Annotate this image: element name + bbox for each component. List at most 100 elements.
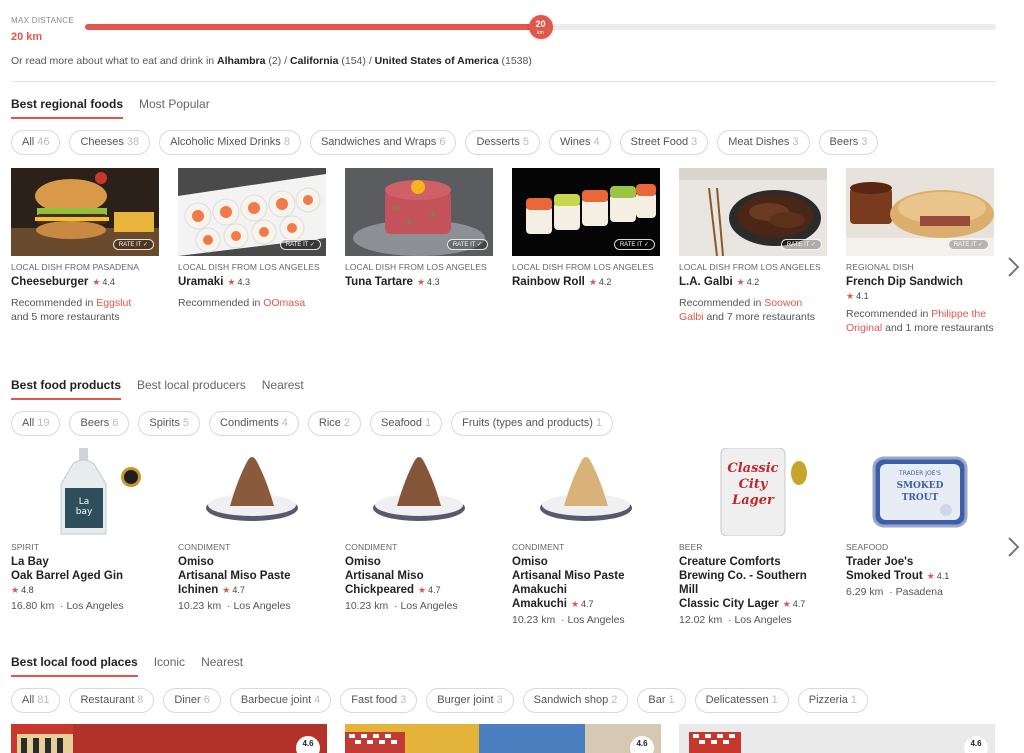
product-name[interactable]: Omiso Artisanal Miso Paste Ichinen ★ 4.7	[178, 555, 326, 597]
product-image[interactable]	[512, 448, 660, 536]
food-name[interactable]: Tuna Tartare ★ 4.3	[345, 275, 493, 289]
rate-it-button[interactable]: RATE IT ✓	[947, 239, 989, 250]
regional-tabs: Best regional foods Most Popular	[11, 97, 210, 119]
product-image[interactable]: La bay	[11, 448, 159, 536]
food-card[interactable]: RATE IT ✓ LOCAL DISH FROM PASADENA Chees…	[11, 168, 178, 335]
link-usa[interactable]: United States of America	[375, 55, 499, 67]
filter-cheeses[interactable]: Cheeses 38	[69, 130, 151, 155]
rate-it-button[interactable]: RATE IT ✓	[780, 239, 822, 250]
food-card[interactable]: RATE IT ✓ REGIONAL DISH French Dip Sandw…	[846, 168, 1013, 335]
link-california[interactable]: California	[290, 55, 338, 67]
filter-bar[interactable]: Bar 1	[637, 688, 686, 713]
product-card[interactable]: La bay SPIRIT La Bay Oak Barrel Aged Gin ★…	[11, 448, 178, 626]
place-image[interactable]	[11, 724, 327, 753]
product-name[interactable]: Creature Comforts Brewing Co. - Southern…	[679, 555, 827, 611]
restaurant-link[interactable]: OOmasa	[263, 297, 305, 309]
product-name[interactable]: Omiso Artisanal Miso Paste Amakuchi Amakuc…	[512, 555, 660, 611]
filter-all[interactable]: All 46	[11, 130, 61, 155]
rate-it-button[interactable]: RATE IT ✓	[279, 239, 321, 250]
chevron-right-icon[interactable]	[1006, 256, 1020, 278]
filter-restaurant[interactable]: Restaurant 8	[69, 688, 155, 713]
product-card[interactable]: CONDIMENT Omiso Artisanal Miso Paste Amak…	[512, 448, 679, 626]
tab-best-regional-foods[interactable]: Best regional foods	[11, 97, 124, 119]
filter-spirits[interactable]: Spirits 5	[138, 411, 201, 436]
food-image[interactable]: RATE IT ✓	[345, 168, 493, 256]
filter-wines[interactable]: Wines 4	[548, 130, 611, 155]
place-card[interactable]: 4.6	[11, 724, 327, 753]
food-card[interactable]: RATE IT ✓ LOCAL DISH FROM LOS ANGELES Tu…	[345, 168, 512, 335]
star-icon: ★	[416, 277, 426, 287]
slider-thumb[interactable]: 20 km	[528, 15, 553, 39]
food-image[interactable]: RATE IT ✓	[512, 168, 660, 256]
regional-filters: All 46 Cheeses 38 Alcoholic Mixed Drinks 8 …	[11, 130, 879, 155]
tab-most-popular[interactable]: Most Popular	[139, 97, 210, 119]
product-name[interactable]: Trader Joe's Smoked Trout ★ 4.1	[846, 555, 994, 583]
filter-diner[interactable]: Diner 6	[163, 688, 221, 713]
place-image[interactable]	[345, 724, 661, 753]
tab-best-local-producers[interactable]: Best local producers	[137, 378, 246, 400]
food-card[interactable]: RATE IT ✓ LOCAL DISH FROM LOS ANGELES Ra…	[512, 168, 679, 335]
food-name[interactable]: Uramaki ★ 4.3	[178, 275, 326, 289]
food-image[interactable]: RATE IT ✓	[178, 168, 326, 256]
product-image[interactable]	[345, 448, 493, 536]
filter-seafood[interactable]: Seafood 1	[370, 411, 443, 436]
filter-barbecue-joint[interactable]: Barbecue joint 4	[229, 688, 332, 713]
product-name[interactable]: La Bay Oak Barrel Aged Gin ★ 4.8	[11, 555, 159, 597]
tab-nearest[interactable]: Nearest	[262, 378, 304, 400]
product-card[interactable]: TRADER JOE'S SMOKED TROUT SEAFOOD Trader…	[846, 448, 1013, 626]
filter-meat-dishes[interactable]: Meat Dishes 3	[717, 130, 810, 155]
food-name[interactable]: Rainbow Roll ★ 4.2	[512, 275, 660, 289]
filter-pizzeria[interactable]: Pizzeria 1	[797, 688, 869, 713]
filter-delicatessen[interactable]: Delicatessen 1	[694, 688, 789, 713]
place-card[interactable]: 4.6	[679, 724, 995, 753]
filter-sandwiches-and-wraps[interactable]: Sandwiches and Wraps 6	[309, 130, 457, 155]
product-card[interactable]: CONDIMENT Omiso Artisanal Miso Paste Ichi…	[178, 448, 345, 626]
count-california: (154)	[341, 55, 366, 67]
rate-it-button[interactable]: RATE IT ✓	[613, 239, 655, 250]
filter-alcoholic-mixed-drinks[interactable]: Alcoholic Mixed Drinks 8	[159, 130, 301, 155]
place-image[interactable]	[679, 724, 995, 753]
filter-rice[interactable]: Rice 2	[307, 411, 362, 436]
rate-it-button[interactable]: RATE IT ✓	[446, 239, 488, 250]
link-alhambra[interactable]: Alhambra	[217, 55, 265, 67]
product-card[interactable]: CONDIMENT Omiso Artisanal Miso Chickpeare…	[345, 448, 512, 626]
filter-all[interactable]: All 19	[11, 411, 61, 436]
tab-best-food-products[interactable]: Best food products	[11, 378, 121, 400]
food-image[interactable]: RATE IT ✓	[679, 168, 827, 256]
tab-nearest[interactable]: Nearest	[201, 655, 243, 677]
count-usa: (1538)	[501, 55, 532, 67]
tab-iconic[interactable]: Iconic	[154, 655, 185, 677]
filter-all[interactable]: All 81	[11, 688, 61, 713]
food-name[interactable]: French Dip Sandwich ★ 4.1	[846, 275, 994, 303]
filter-sandwich-shop[interactable]: Sandwich shop 2	[522, 688, 629, 713]
product-card[interactable]: Classic City Lager BEER Creature Comfort…	[679, 448, 846, 626]
filter-beers[interactable]: Beers 3	[818, 130, 879, 155]
tab-best-local-food-places[interactable]: Best local food places	[11, 655, 138, 677]
filter-fruits[interactable]: Fruits (types and products) 1	[451, 411, 614, 436]
food-origin: LOCAL DISH FROM LOS ANGELES	[345, 262, 487, 272]
food-card[interactable]: RATE IT ✓ LOCAL DISH FROM LOS ANGELES Ur…	[178, 168, 345, 335]
rate-it-button[interactable]: RATE IT ✓	[112, 239, 154, 250]
food-image[interactable]: RATE IT ✓	[11, 168, 159, 256]
star-icon: ★	[782, 599, 791, 609]
product-image[interactable]	[178, 448, 326, 536]
place-card[interactable]: 4.6	[345, 724, 661, 753]
filter-street-food[interactable]: Street Food 3	[619, 130, 709, 155]
food-card[interactable]: RATE IT ✓ LOCAL DISH FROM LOS ANGELES L.…	[679, 168, 846, 335]
product-image[interactable]: TRADER JOE'S SMOKED TROUT	[846, 448, 994, 536]
food-name[interactable]: Cheeseburger ★ 4.4	[11, 275, 159, 289]
restaurant-link[interactable]: Eggslut	[96, 297, 131, 309]
distance-slider[interactable]: 20 km	[85, 15, 996, 40]
food-name[interactable]: L.A. Galbi ★ 4.2	[679, 275, 827, 289]
filter-beers[interactable]: Beers 6	[69, 411, 130, 436]
filter-fast-food[interactable]: Fast food 3	[340, 688, 418, 713]
product-name[interactable]: Omiso Artisanal Miso Chickpeared ★ 4.7	[345, 555, 493, 597]
product-image[interactable]: Classic City Lager	[679, 448, 827, 536]
chevron-right-icon[interactable]	[1006, 536, 1020, 558]
food-product-cards: La bay SPIRIT La Bay Oak Barrel Aged Gin ★…	[11, 448, 1013, 626]
filter-burger-joint[interactable]: Burger joint 3	[426, 688, 514, 713]
page: MAX DISTANCE 20 km 20 km Or read more ab…	[0, 0, 1024, 753]
filter-desserts[interactable]: Desserts 5	[465, 130, 540, 155]
filter-condiments[interactable]: Condiments 4	[209, 411, 299, 436]
food-image[interactable]: RATE IT ✓	[846, 168, 994, 256]
